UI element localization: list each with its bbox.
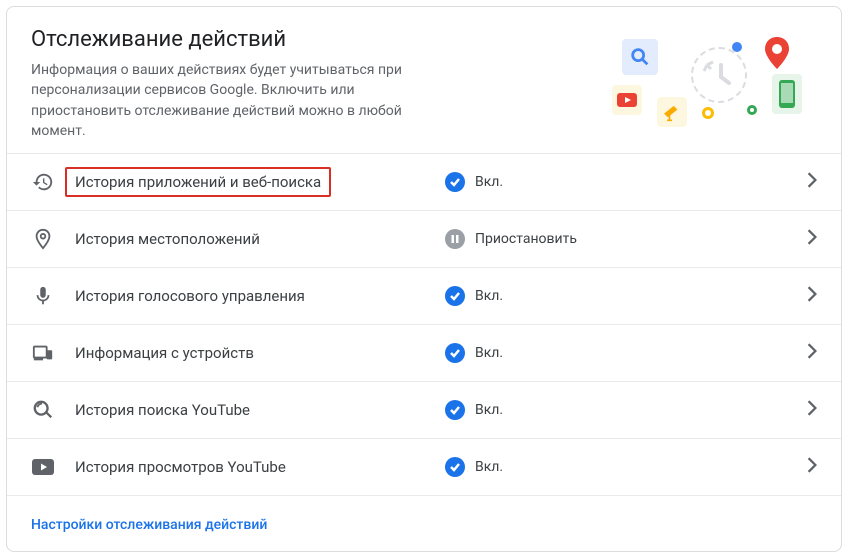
item-label-wrap: История местоположений	[75, 230, 445, 248]
status-text: Вкл.	[475, 288, 503, 304]
location-icon	[31, 227, 55, 251]
activity-item[interactable]: История просмотров YouTube Вкл.	[7, 438, 841, 495]
status: Вкл.	[445, 172, 807, 192]
item-label: История просмотров YouTube	[75, 458, 286, 476]
status-text: Вкл.	[475, 174, 503, 190]
history-icon	[31, 170, 55, 194]
item-label-wrap: История приложений и веб-поиска	[75, 173, 445, 191]
chevron-right-icon	[807, 286, 817, 306]
header-text: Отслеживание действий Информация о ваших…	[31, 27, 451, 141]
activity-item[interactable]: История местоположений Приостановить	[7, 210, 841, 267]
status: Вкл.	[445, 286, 807, 306]
location-pin-icon	[765, 37, 789, 73]
telescope-tile-icon	[657, 97, 687, 127]
activity-item[interactable]: Информация с устройств Вкл.	[7, 324, 841, 381]
item-label: История приложений и веб-поиска	[65, 167, 331, 197]
check-icon	[445, 172, 465, 192]
dot-blue-icon	[732, 42, 742, 52]
status: Вкл.	[445, 400, 807, 420]
activity-settings-link[interactable]: Настройки отслеживания действий	[31, 517, 267, 533]
activity-item[interactable]: История голосового управления Вкл.	[7, 267, 841, 324]
youtube-icon	[31, 455, 55, 479]
item-label: История голосового управления	[75, 287, 305, 305]
youtube-tile-icon	[612, 85, 642, 115]
devices-icon	[31, 341, 55, 365]
status-text: Вкл.	[475, 402, 503, 418]
activity-controls-card: Отслеживание действий Информация о ваших…	[6, 6, 842, 552]
activity-item[interactable]: История поиска YouTube Вкл.	[7, 381, 841, 438]
chevron-right-icon	[807, 229, 817, 249]
footer: Настройки отслеживания действий	[7, 495, 841, 551]
search-yt-icon	[31, 398, 55, 422]
item-label-wrap: История голосового управления	[75, 287, 445, 305]
check-icon	[445, 343, 465, 363]
chevron-right-icon	[807, 457, 817, 477]
item-label: История местоположений	[75, 230, 260, 248]
ring-green-icon	[747, 105, 757, 115]
chevron-right-icon	[807, 400, 817, 420]
activity-item[interactable]: История приложений и веб-поиска Вкл.	[7, 153, 841, 210]
pause-icon	[445, 229, 465, 249]
page-subtitle: Информация о ваших действиях будет учиты…	[31, 60, 451, 141]
mic-icon	[31, 284, 55, 308]
item-label-wrap: История просмотров YouTube	[75, 458, 445, 476]
check-icon	[445, 400, 465, 420]
header-illustration	[597, 27, 817, 127]
check-icon	[445, 457, 465, 477]
status: Приостановить	[445, 229, 807, 249]
item-label: История поиска YouTube	[75, 401, 250, 419]
item-label: Информация с устройств	[75, 344, 254, 362]
status: Вкл.	[445, 457, 807, 477]
status: Вкл.	[445, 343, 807, 363]
item-label-wrap: История поиска YouTube	[75, 401, 445, 419]
status-text: Приостановить	[475, 231, 577, 247]
phone-tile-icon	[772, 74, 802, 114]
page-title: Отслеживание действий	[31, 27, 451, 52]
chevron-right-icon	[807, 343, 817, 363]
clock-dashed-circle-icon	[691, 47, 747, 103]
ring-yellow-icon	[702, 107, 714, 119]
check-icon	[445, 286, 465, 306]
header: Отслеживание действий Информация о ваших…	[7, 7, 841, 153]
item-label-wrap: Информация с устройств	[75, 344, 445, 362]
status-text: Вкл.	[475, 459, 503, 475]
magnifier-tile-icon	[622, 39, 658, 75]
status-text: Вкл.	[475, 345, 503, 361]
chevron-right-icon	[807, 172, 817, 192]
